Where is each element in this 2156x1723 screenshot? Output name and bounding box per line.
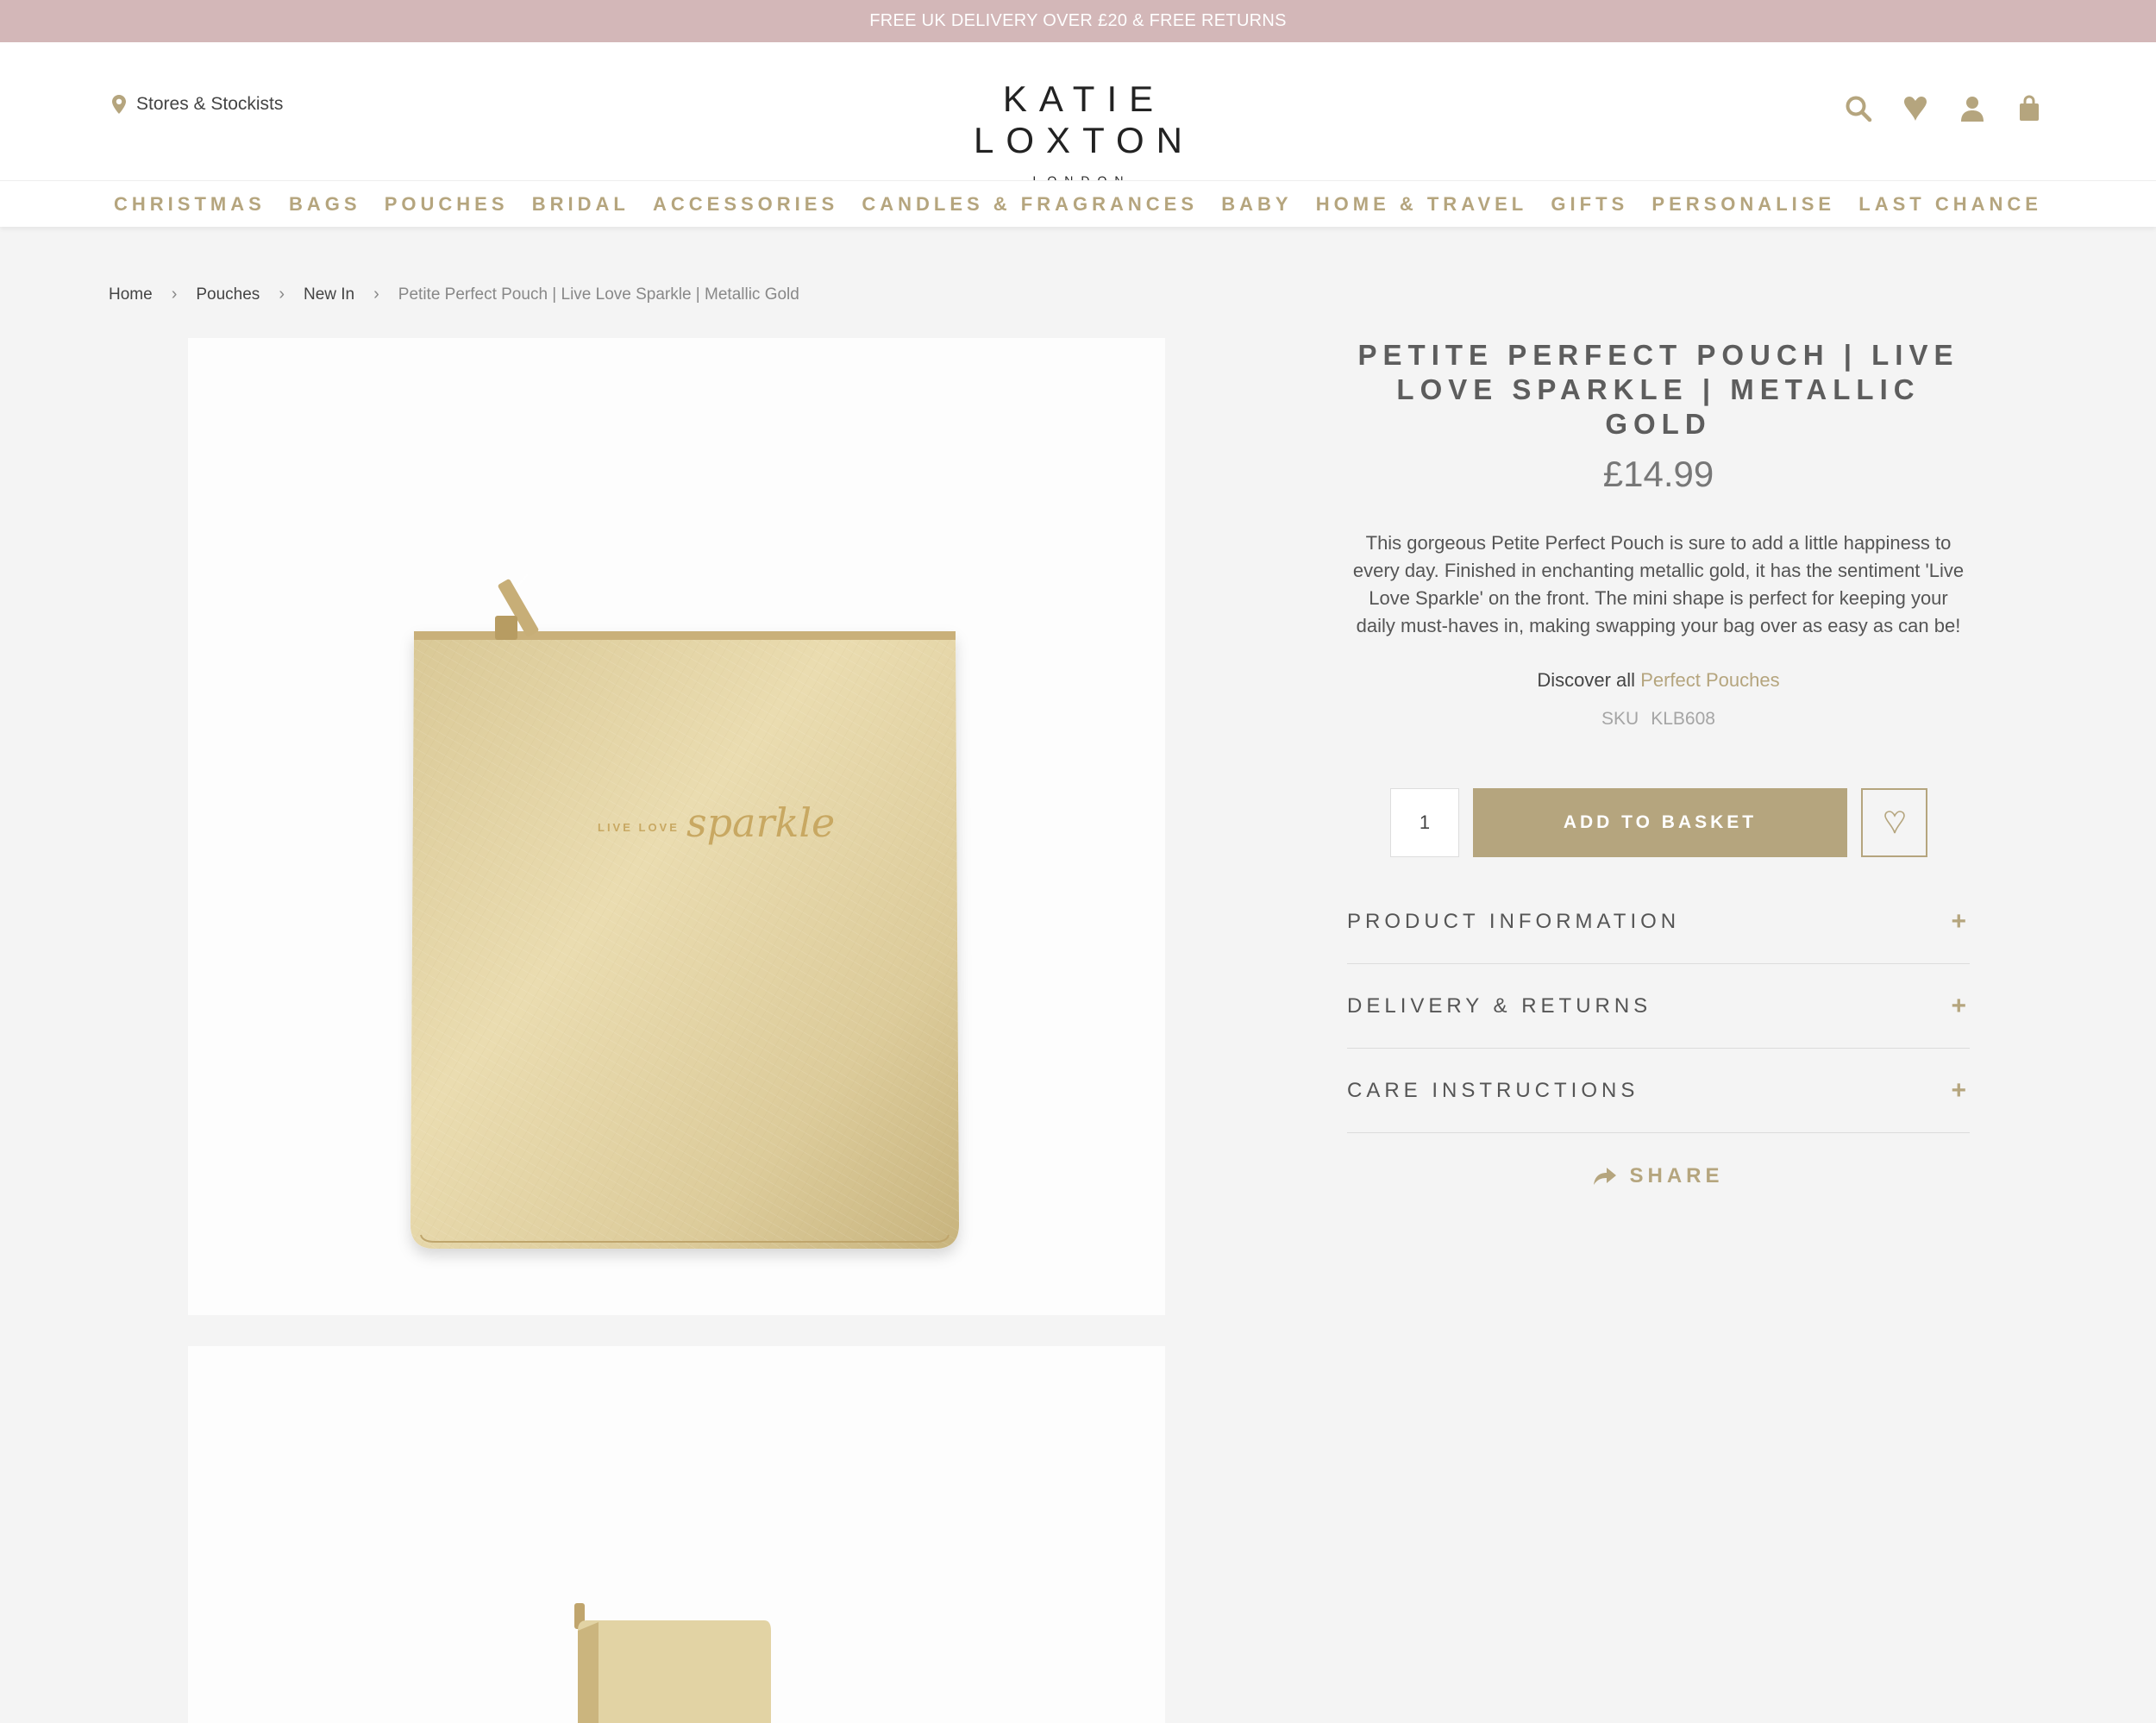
accordion-label: CARE INSTRUCTIONS bbox=[1347, 1078, 1639, 1102]
pouch-text-small: LIVE LOVE bbox=[598, 821, 680, 834]
share-arrow-icon bbox=[1594, 1168, 1617, 1185]
breadcrumb-new-in[interactable]: New In bbox=[304, 285, 354, 304]
product-panel: PETITE PERFECT POUCH | LIVE LOVE SPARKLE… bbox=[1347, 338, 1970, 1187]
main-navigation: CHRISTMAS BAGS POUCHES BRIDAL ACCESSORIE… bbox=[0, 180, 2156, 227]
zip-pull bbox=[495, 573, 539, 640]
plus-icon: + bbox=[1951, 906, 1966, 936]
accordion-label: DELIVERY & RETURNS bbox=[1347, 993, 1652, 1018]
chevron-right-icon: › bbox=[279, 285, 285, 304]
accordion-product-information[interactable]: PRODUCT INFORMATION + bbox=[1347, 880, 1970, 964]
nav-item-gifts[interactable]: GIFTS bbox=[1551, 193, 1628, 216]
product-description: This gorgeous Petite Perfect Pouch is su… bbox=[1352, 532, 1965, 636]
nav-item-bags[interactable]: BAGS bbox=[289, 193, 361, 216]
breadcrumb-home[interactable]: Home bbox=[109, 285, 153, 304]
add-to-wishlist-button[interactable] bbox=[1861, 788, 1927, 857]
sku-line: SKU KLB608 bbox=[1347, 709, 1970, 730]
product-title: PETITE PERFECT POUCH | LIVE LOVE SPARKLE… bbox=[1357, 339, 1959, 440]
breadcrumb-current: Petite Perfect Pouch | Live Love Sparkle… bbox=[398, 285, 799, 304]
nav-item-candles[interactable]: CANDLES & FRAGRANCES bbox=[862, 193, 1198, 216]
accordion-delivery-returns[interactable]: DELIVERY & RETURNS + bbox=[1347, 964, 1970, 1049]
discover-line: Discover all Perfect Pouches bbox=[1347, 669, 1970, 692]
header-icons bbox=[1844, 94, 2044, 123]
discover-prefix: Discover all bbox=[1537, 669, 1636, 691]
product-image-main[interactable]: LIVE LOVE sparkle bbox=[188, 338, 1165, 1315]
sku-label: SKU bbox=[1601, 709, 1639, 729]
pouch-side-image bbox=[574, 1603, 771, 1723]
site-header: Stores & Stockists KATIE LOXTON LONDON bbox=[0, 42, 2156, 187]
wishlist-button[interactable] bbox=[1901, 94, 1930, 123]
nav-item-last-chance[interactable]: LAST CHANCE bbox=[1858, 193, 2042, 216]
heart-icon bbox=[1904, 97, 1927, 121]
nav-item-baby[interactable]: BABY bbox=[1221, 193, 1292, 216]
heart-outline-icon bbox=[1883, 811, 1905, 834]
site-logo[interactable]: KATIE LOXTON LONDON bbox=[902, 78, 1254, 187]
accordion-label: PRODUCT INFORMATION bbox=[1347, 909, 1681, 933]
purchase-row: 1 ADD TO BASKET bbox=[1390, 788, 1927, 857]
nav-item-accessories[interactable]: ACCESSORIES bbox=[653, 193, 838, 216]
search-button[interactable] bbox=[1844, 94, 1873, 123]
quantity-input[interactable]: 1 bbox=[1390, 788, 1459, 857]
promo-banner: FREE UK DELIVERY OVER £20 & FREE RETURNS bbox=[0, 0, 2156, 42]
location-pin-icon bbox=[112, 95, 126, 114]
stores-label: Stores & Stockists bbox=[136, 94, 284, 114]
breadcrumb-pouches[interactable]: Pouches bbox=[196, 285, 260, 304]
nav-item-christmas[interactable]: CHRISTMAS bbox=[114, 193, 266, 216]
product-image-secondary[interactable] bbox=[188, 1346, 1165, 1723]
plus-icon: + bbox=[1951, 1075, 1966, 1105]
stores-link[interactable]: Stores & Stockists bbox=[112, 94, 283, 115]
basket-button[interactable] bbox=[2015, 94, 2044, 123]
chevron-right-icon: › bbox=[373, 285, 379, 304]
logo-wordmark: KATIE LOXTON bbox=[974, 78, 1194, 160]
search-icon bbox=[1846, 96, 1872, 122]
promo-text: FREE UK DELIVERY OVER £20 & FREE RETURNS bbox=[869, 11, 1287, 30]
product-price: £14.99 bbox=[1602, 454, 1714, 494]
basket-icon bbox=[2020, 95, 2039, 121]
nav-item-bridal[interactable]: BRIDAL bbox=[532, 193, 630, 216]
nav-item-home-travel[interactable]: HOME & TRAVEL bbox=[1316, 193, 1527, 216]
nav-item-personalise[interactable]: PERSONALISE bbox=[1651, 193, 1835, 216]
share-button[interactable]: SHARE bbox=[1347, 1164, 1970, 1188]
breadcrumb: Home › Pouches › New In › Petite Perfect… bbox=[109, 285, 799, 304]
sku-value: KLB608 bbox=[1651, 709, 1715, 729]
pouch-text-script: sparkle bbox=[686, 799, 835, 846]
chevron-right-icon: › bbox=[171, 285, 178, 304]
share-label: SHARE bbox=[1629, 1164, 1724, 1187]
nav-item-pouches[interactable]: POUCHES bbox=[385, 193, 509, 216]
plus-icon: + bbox=[1951, 991, 1966, 1020]
add-to-basket-button[interactable]: ADD TO BASKET bbox=[1473, 788, 1847, 857]
pouch-image: LIVE LOVE sparkle bbox=[411, 573, 959, 1249]
account-button[interactable] bbox=[1958, 94, 1987, 123]
accordion-care-instructions[interactable]: CARE INSTRUCTIONS + bbox=[1347, 1049, 1970, 1133]
discover-link[interactable]: Perfect Pouches bbox=[1640, 669, 1779, 691]
user-icon bbox=[1961, 97, 1984, 122]
